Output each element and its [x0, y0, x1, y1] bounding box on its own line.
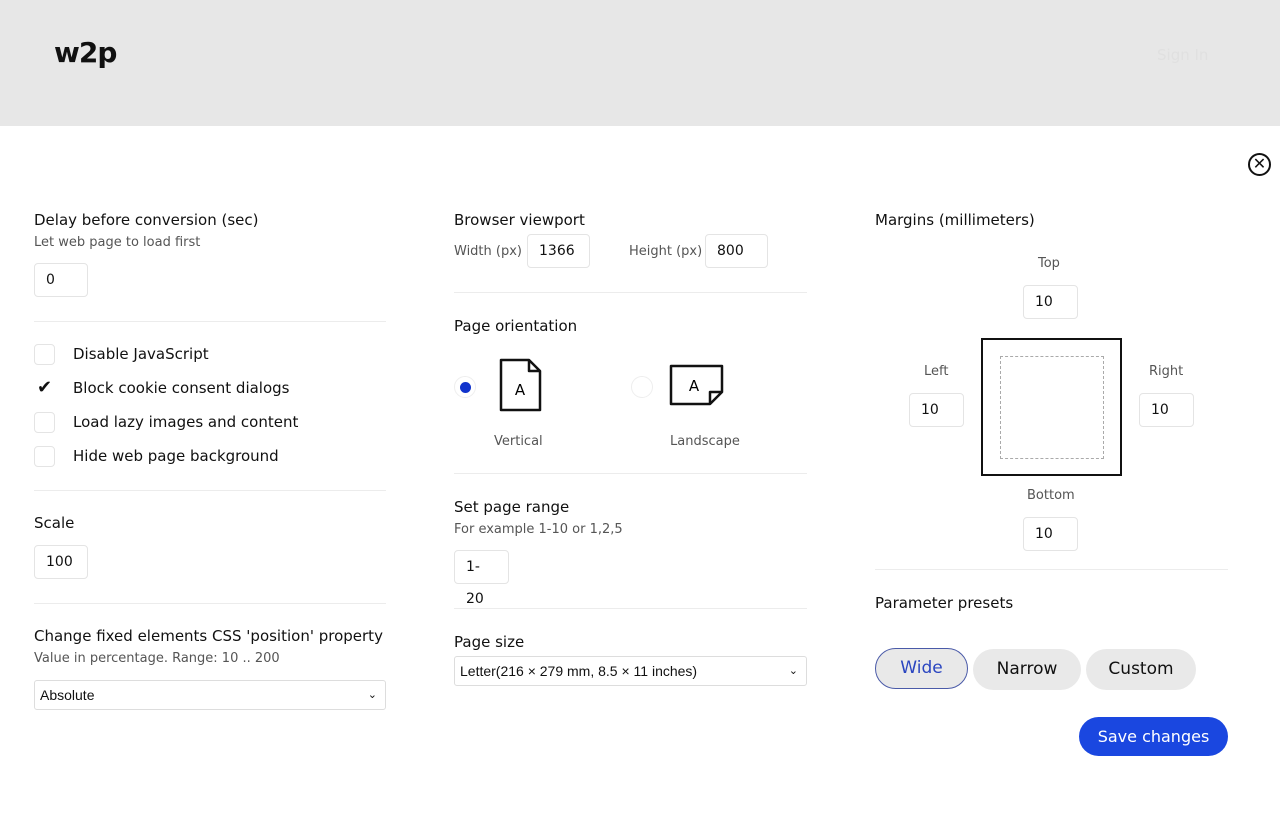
margin-left-input[interactable]: 10	[909, 393, 964, 427]
width-input[interactable]: 1366	[527, 234, 590, 268]
divider	[34, 490, 386, 491]
right-label: Right	[1149, 364, 1184, 379]
checkbox[interactable]	[34, 446, 55, 467]
divider	[454, 473, 807, 474]
top-label: Top	[1038, 256, 1060, 271]
save-changes-button[interactable]: Save changes	[1079, 717, 1228, 756]
preset-custom[interactable]: Custom	[1086, 649, 1196, 690]
svg-text:A: A	[689, 377, 700, 395]
presets-title: Parameter presets	[875, 594, 1014, 612]
position-title: Change fixed elements CSS 'position' pro…	[34, 627, 383, 645]
logo[interactable]: w2p	[54, 36, 117, 69]
page-size-select[interactable]: Letter(216 × 279 mm, 8.5 × 11 inches) ⌄	[454, 656, 807, 686]
preset-wide[interactable]: Wide	[875, 648, 968, 689]
svg-text:A: A	[515, 381, 526, 399]
landscape-page-icon: A	[669, 364, 724, 406]
delay-hint: Let web page to load first	[34, 235, 201, 250]
selected-value: Letter(216 × 279 mm, 8.5 × 11 inches)	[460, 663, 698, 679]
landscape-label: Landscape	[670, 434, 740, 449]
margin-bottom-input[interactable]: 10	[1023, 517, 1078, 551]
range-title: Set page range	[454, 498, 570, 516]
divider	[875, 569, 1228, 570]
delay-title: Delay before conversion (sec)	[34, 211, 259, 229]
viewport-title: Browser viewport	[454, 211, 585, 229]
content-area	[1000, 356, 1104, 459]
checkmark-icon[interactable]: ✔	[34, 378, 55, 399]
option-label: Hide web page background	[73, 447, 279, 465]
vertical-label: Vertical	[494, 434, 543, 449]
left-label: Left	[924, 364, 949, 379]
portrait-page-icon: A	[499, 358, 542, 412]
header: w2p Sign In	[0, 0, 1280, 126]
sign-in-link[interactable]: Sign In	[1157, 46, 1208, 64]
scale-title: Scale	[34, 514, 75, 532]
divider	[454, 608, 807, 609]
chevron-down-icon: ⌄	[788, 665, 798, 677]
margin-preview	[981, 338, 1122, 476]
divider	[34, 321, 386, 322]
option-label: Load lazy images and content	[73, 413, 299, 431]
orientation-title: Page orientation	[454, 317, 578, 335]
divider	[454, 292, 807, 293]
position-hint: Value in percentage. Range: 10 .. 200	[34, 651, 280, 666]
margins-title: Margins (millimeters)	[875, 211, 1035, 229]
width-label: Width (px)	[454, 244, 522, 259]
option-label: Disable JavaScript	[73, 345, 209, 363]
selected-value: Absolute	[40, 687, 95, 703]
chevron-down-icon: ⌄	[367, 689, 377, 701]
height-label: Height (px)	[629, 244, 703, 259]
position-select[interactable]: Absolute ⌄	[34, 680, 386, 710]
close-icon[interactable]: ✕	[1248, 153, 1271, 176]
checkbox[interactable]	[34, 412, 55, 433]
radio-landscape[interactable]	[631, 376, 653, 398]
checkbox[interactable]	[34, 344, 55, 365]
page-size-title: Page size	[454, 633, 525, 651]
margin-right-input[interactable]: 10	[1139, 393, 1194, 427]
range-hint: For example 1-10 or 1,2,5	[454, 522, 623, 537]
option-label: Block cookie consent dialogs	[73, 379, 290, 397]
scale-input[interactable]: 100	[34, 545, 88, 579]
divider	[34, 603, 386, 604]
preset-narrow[interactable]: Narrow	[973, 649, 1081, 690]
bottom-label: Bottom	[1027, 488, 1075, 503]
height-input[interactable]: 800	[705, 234, 768, 268]
delay-input[interactable]: 0	[34, 263, 88, 297]
radio-vertical[interactable]	[454, 376, 476, 398]
range-input[interactable]: 1-20	[454, 550, 509, 607]
margin-top-input[interactable]: 10	[1023, 285, 1078, 319]
